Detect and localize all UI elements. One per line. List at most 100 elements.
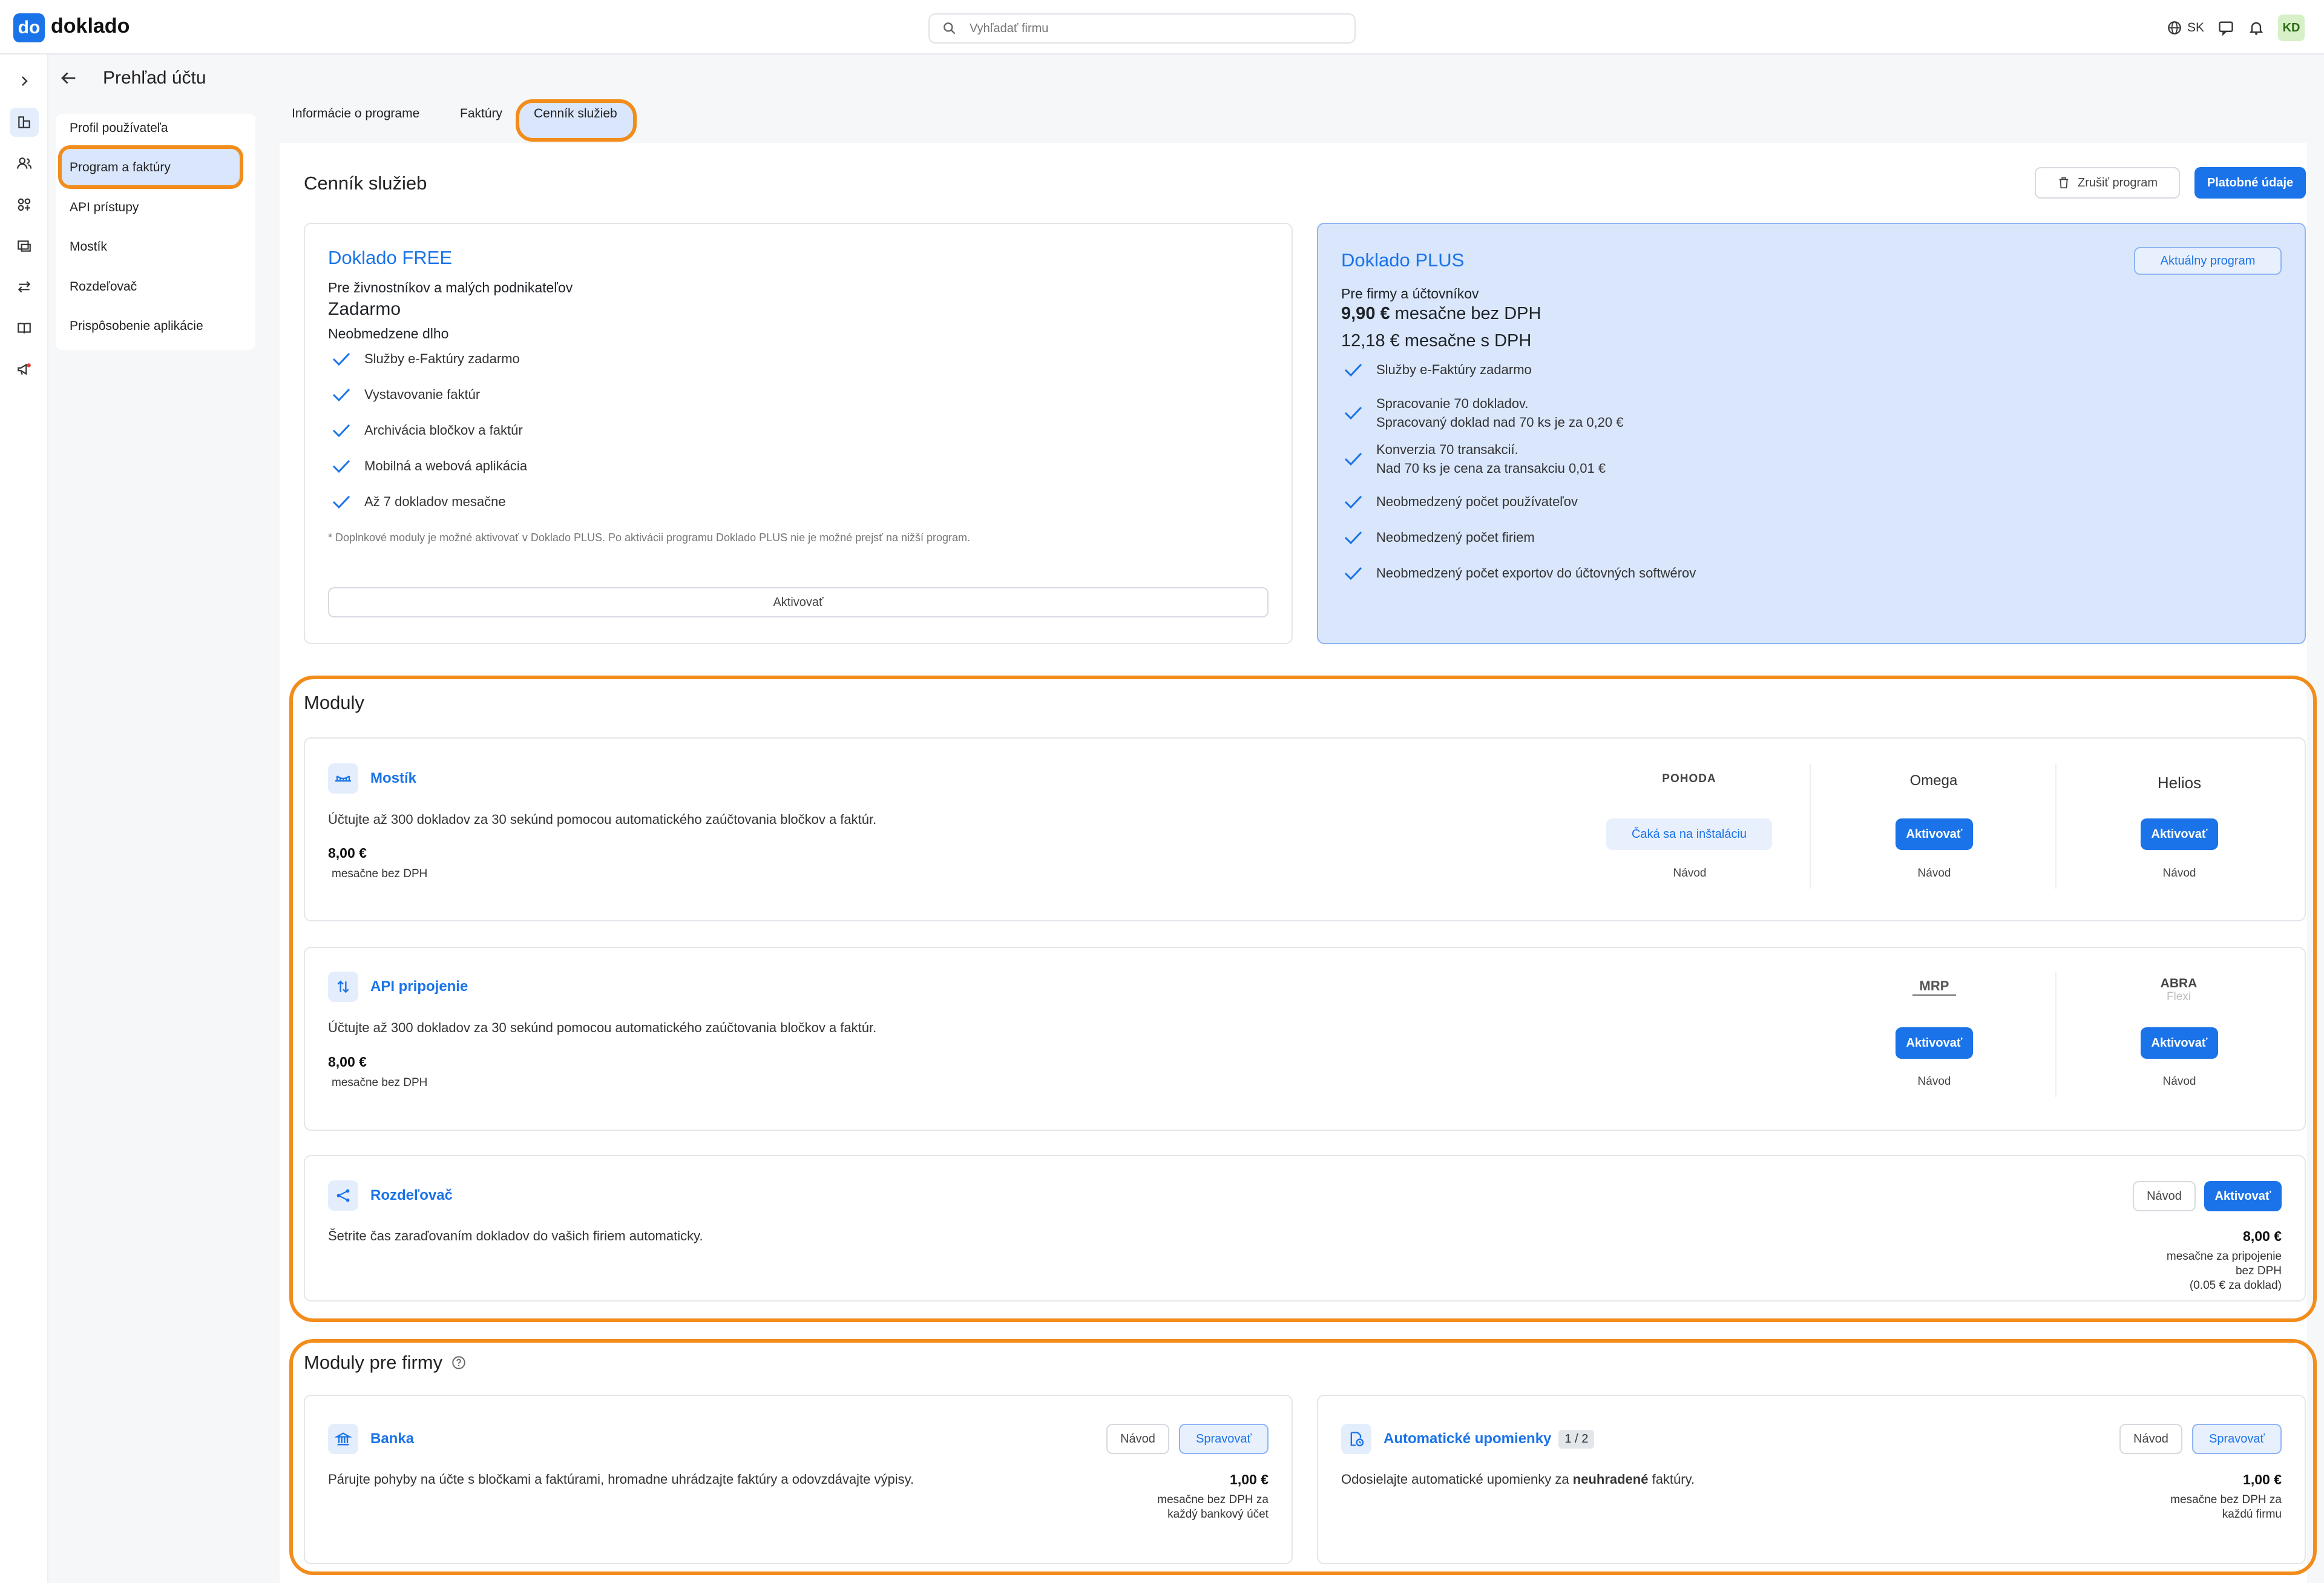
api-desc: Účtujte až 300 dokladov za 30 sekúnd pom…	[328, 1020, 877, 1035]
pohoda-waiting-status: Čaká sa na inštaláciu	[1606, 818, 1772, 850]
expand-chevron-icon[interactable]	[10, 67, 39, 96]
overview-icon[interactable]	[10, 108, 39, 137]
rozdelovac-title: Rozdeľovač	[328, 1180, 453, 1211]
megaphone-icon[interactable]	[10, 355, 39, 384]
book-icon[interactable]	[10, 314, 39, 343]
language-label: SK	[2187, 21, 2205, 35]
divider	[1810, 764, 1811, 889]
payment-details-button[interactable]: Platobné údaje	[2194, 167, 2306, 199]
api-price: 8,00 €	[328, 1054, 367, 1070]
mostik-desc: Účtujte až 300 dokladov za 30 sekúnd pom…	[328, 812, 877, 827]
omega-guide-link[interactable]: Návod	[1911, 867, 1957, 880]
banka-manage-button[interactable]: Spravovať	[1179, 1424, 1269, 1454]
apps-icon[interactable]	[10, 190, 39, 219]
avatar[interactable]: KD	[2278, 15, 2305, 41]
check-icon	[1344, 531, 1362, 545]
mrp-guide-link[interactable]: Návod	[1911, 1075, 1957, 1088]
omega-activate-button[interactable]: Aktivovať	[1896, 818, 1973, 850]
bank-icon	[328, 1424, 358, 1454]
check-icon	[332, 459, 350, 473]
free-feature: Vystavovanie faktúr	[332, 387, 480, 403]
help-icon[interactable]	[451, 1355, 467, 1371]
logo-text[interactable]: doklado	[51, 15, 130, 38]
search-icon	[944, 22, 956, 35]
rozdelovac-desc: Šetrite čas zaraďovaním dokladov do vaši…	[328, 1228, 703, 1243]
menu-item-profile[interactable]: Profil používateľa	[70, 121, 168, 136]
plus-plan-audience: Pre firmy a účtovníkov	[1341, 286, 1479, 301]
plus-feature: Spracovanie 70 dokladov. Spracovaný dokla…	[1344, 394, 1624, 432]
mostik-title: Mostík	[328, 763, 416, 794]
top-actions: SK KD	[2167, 15, 2305, 41]
documents-icon[interactable]	[10, 231, 39, 260]
transfer-icon[interactable]	[10, 272, 39, 301]
mostik-price-sub: mesačne bez DPH	[332, 867, 428, 880]
bridge-icon	[328, 763, 358, 794]
mrp-activate-button[interactable]: Aktivovať	[1896, 1027, 1973, 1059]
menu-item-api-access[interactable]: API prístupy	[70, 200, 139, 215]
tab-program-info[interactable]: Informácie o programe	[292, 107, 419, 121]
trash-icon	[2059, 177, 2069, 189]
users-icon[interactable]	[10, 149, 39, 178]
modules-title: Moduly	[304, 692, 364, 713]
sort-arrows-icon	[328, 972, 358, 1002]
menu-item-mostik[interactable]: Mostík	[70, 240, 107, 254]
check-icon	[1344, 406, 1362, 420]
rozdelovac-activate-button[interactable]: Aktivovať	[2204, 1181, 2282, 1211]
search-input[interactable]	[970, 19, 1333, 38]
helios-guide-link[interactable]: Návod	[2156, 867, 2202, 880]
free-plan-audience: Pre živnostníkov a malých podnikateľov	[328, 280, 573, 295]
bell-icon[interactable]	[2248, 19, 2265, 36]
reminders-manage-button[interactable]: Spravovať	[2192, 1424, 2282, 1454]
banka-price: 1,00 €	[1230, 1472, 1269, 1487]
check-icon	[332, 424, 350, 438]
reminders-desc: Odosielajte automatické upomienky za neu…	[1341, 1472, 1695, 1487]
helios-activate-button[interactable]: Aktivovať	[2141, 818, 2218, 850]
helios-logo: Helios	[2157, 774, 2202, 792]
pricing-title: Cenník služieb	[304, 173, 427, 194]
free-plan-note: * Doplnkové moduly je možné aktivovať v …	[328, 532, 970, 544]
divider	[2055, 764, 2056, 889]
search-box[interactable]	[928, 13, 1356, 44]
banka-name: Banka	[370, 1430, 415, 1447]
check-icon	[1344, 567, 1362, 581]
pohoda-guide-link[interactable]: Návod	[1667, 867, 1713, 880]
banka-title: Banka	[328, 1424, 414, 1454]
reminders-guide-button[interactable]: Návod	[2119, 1424, 2182, 1454]
free-plan-price: Zadarmo	[328, 299, 401, 319]
menu-item-program-invoices[interactable]: Program a faktúry	[70, 160, 171, 175]
menu-item-rozdelovac[interactable]: Rozdeľovač	[70, 280, 137, 294]
rozdelovac-guide-button[interactable]: Návod	[2133, 1181, 2196, 1211]
banka-desc: Párujte pohyby na účte s bločkami a fakt…	[328, 1472, 914, 1487]
abra-activate-button[interactable]: Aktivovať	[2141, 1027, 2218, 1059]
divider	[2055, 972, 2056, 1097]
abra-guide-link[interactable]: Návod	[2156, 1075, 2202, 1088]
reminders-price: 1,00 €	[2243, 1472, 2282, 1487]
cancel-program-label: Zrušiť program	[2078, 176, 2158, 189]
logo-mark[interactable]: do	[13, 13, 45, 42]
rozdelovac-price: 8,00 €	[2243, 1228, 2282, 1244]
plus-plan-name: Doklado PLUS	[1341, 249, 1465, 271]
plus-feature: Neobmedzený počet exportov do účtovných …	[1344, 565, 1696, 581]
mostik-name: Mostík	[370, 770, 417, 786]
check-icon	[1344, 452, 1362, 466]
back-arrow-icon[interactable]	[58, 68, 79, 93]
tab-invoices[interactable]: Faktúry	[460, 107, 502, 121]
reminders-name: Automatické upomienky	[1384, 1430, 1552, 1447]
language-switch[interactable]: SK	[2167, 20, 2204, 36]
free-activate-button[interactable]: Aktivovať	[328, 587, 1269, 617]
cancel-program-button[interactable]: Zrušiť program	[2035, 167, 2180, 199]
check-icon	[332, 352, 350, 366]
plus-plan-price: 9,90 € mesačne bez DPH	[1341, 304, 1541, 323]
mostik-price: 8,00 €	[328, 845, 367, 861]
current-program-badge: Aktuálny program	[2134, 247, 2282, 275]
rozdelovac-name: Rozdeľovač	[370, 1187, 453, 1203]
chat-icon[interactable]	[2217, 19, 2234, 36]
menu-item-customization[interactable]: Prispôsobenie aplikácie	[70, 319, 203, 334]
reminders-count-badge: 1 / 2	[1558, 1429, 1595, 1449]
check-icon	[332, 495, 350, 509]
globe-icon	[2168, 21, 2181, 35]
check-icon	[332, 388, 350, 402]
free-feature: Archivácia bločkov a faktúr	[332, 423, 523, 438]
pohoda-logo: POHODA	[1662, 772, 1716, 785]
banka-guide-button[interactable]: Návod	[1106, 1424, 1169, 1454]
